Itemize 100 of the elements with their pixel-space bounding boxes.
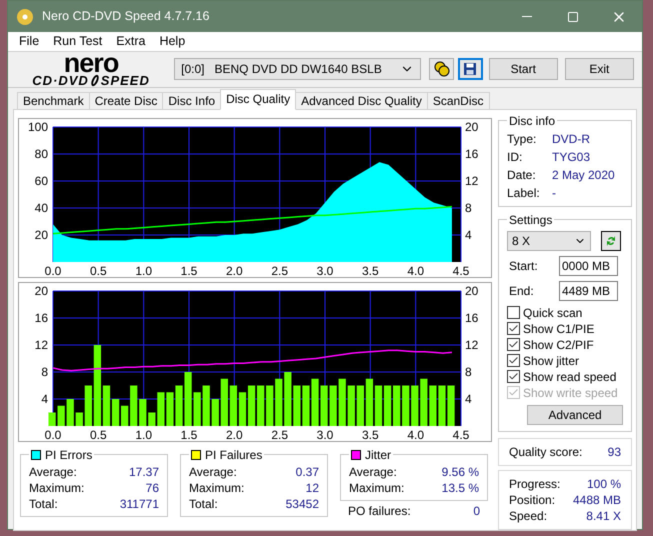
bar: [338, 378, 346, 426]
speed-select[interactable]: 8 X: [507, 230, 591, 251]
tab[interactable]: Disc Quality: [220, 88, 296, 110]
bar: [411, 385, 418, 426]
field-label: Total:: [29, 496, 58, 512]
field-value: TYG03: [552, 148, 590, 166]
field-label: Average:: [29, 464, 77, 480]
tick-label: 60: [34, 174, 48, 188]
bar: [148, 412, 156, 426]
field-label: Maximum:: [189, 480, 244, 496]
minimize-icon: [522, 16, 532, 17]
bar: [48, 412, 56, 426]
checkbox[interactable]: [507, 306, 520, 320]
maximize-icon: [567, 10, 579, 22]
tick-label: 2.0: [226, 428, 243, 441]
menu-item[interactable]: Extra: [109, 32, 152, 51]
checkbox[interactable]: [507, 354, 520, 368]
menu-item[interactable]: Help: [152, 32, 192, 51]
tick-label: 0.5: [90, 428, 107, 441]
exit-button[interactable]: Exit: [564, 58, 634, 80]
bar: [202, 385, 210, 426]
bar: [356, 385, 364, 426]
field-label: Maximum:: [349, 480, 404, 496]
input-field[interactable]: 4489 MB: [559, 280, 618, 301]
group-title: Settings: [509, 212, 552, 229]
field-value: 100 %: [586, 476, 621, 492]
group-title: PI Failures: [205, 446, 262, 464]
tick-label: 3.5: [362, 264, 379, 277]
checkbox-label: Show read speed: [523, 368, 616, 385]
save-button[interactable]: [458, 58, 483, 80]
field-label: Maximum:: [29, 480, 84, 496]
tick-label: 12: [465, 174, 478, 188]
tick-label: 16: [465, 146, 478, 161]
field-label: Average:: [189, 464, 237, 480]
bar: [58, 406, 65, 426]
eject-button[interactable]: [429, 58, 454, 80]
field-label: Position:: [509, 492, 556, 508]
bar: [66, 398, 74, 426]
tick-label: 20: [465, 120, 478, 134]
checkbox-label: Show jitter: [523, 352, 580, 369]
field-value: 17.37: [128, 464, 159, 480]
tick-label: 2.5: [271, 428, 288, 441]
bar: [257, 385, 264, 426]
bar: [275, 378, 282, 426]
field-label: Quality score:: [509, 444, 582, 460]
tab[interactable]: Advanced Disc Quality: [295, 92, 428, 110]
disc-icon: [16, 8, 34, 26]
field-label: Speed:: [509, 508, 548, 524]
menu-item[interactable]: Run Test: [46, 32, 110, 51]
start-button[interactable]: Start: [488, 58, 558, 80]
bar: [420, 378, 428, 426]
checkbox[interactable]: [507, 322, 520, 336]
bar: [212, 398, 219, 426]
field-value: 0: [473, 502, 480, 519]
checkbox[interactable]: [507, 338, 520, 352]
tick-label: 40: [34, 200, 48, 215]
bar: [393, 385, 400, 426]
tick-label: 4: [41, 392, 48, 406]
group-title: Jitter: [365, 446, 392, 464]
field-value: 311771: [120, 496, 159, 512]
tick-label: 4.0: [407, 428, 424, 441]
tab[interactable]: Benchmark: [17, 92, 90, 110]
tick-label: 100: [28, 120, 48, 134]
window-title: Nero CD-DVD Speed 4.7.7.16: [42, 8, 210, 26]
tick-label: 8: [41, 364, 48, 379]
field-value: 93: [608, 444, 621, 460]
field-label: Date:: [507, 166, 537, 184]
bar: [348, 385, 355, 426]
bar: [194, 392, 201, 426]
logo-text: CD·DVD: [32, 74, 89, 87]
tick-label: 20: [34, 284, 48, 298]
tick-label: 2.5: [271, 264, 288, 277]
field-value: 0.37: [296, 464, 319, 480]
field-label: Label:: [507, 184, 541, 202]
bar: [220, 378, 228, 426]
tick-label: 80: [34, 146, 48, 161]
checkbox[interactable]: [507, 370, 520, 384]
bar: [139, 398, 146, 426]
discs-icon: [434, 61, 450, 78]
refresh-button[interactable]: [601, 230, 621, 251]
tick-label: 16: [34, 310, 48, 325]
field-value: 4488 MB: [572, 492, 621, 508]
field-label: End:: [508, 282, 535, 300]
drive-select[interactable]: [0:0] BENQ DVD DD DW1640 BSLB: [174, 58, 422, 80]
advanced-button[interactable]: Advanced: [527, 404, 623, 425]
bar: [284, 372, 292, 426]
input-field[interactable]: 0000 MB: [559, 256, 618, 276]
tick-label: 0.0: [44, 264, 62, 277]
field-value: 9.56 %: [442, 464, 479, 480]
logo-text: SPEED: [100, 74, 150, 87]
field-value: 76: [146, 480, 159, 496]
field-label: ID:: [507, 148, 524, 166]
menu-item[interactable]: File: [12, 32, 46, 51]
bar: [130, 385, 138, 426]
tick-label: 1.0: [135, 428, 152, 441]
bar: [266, 385, 274, 426]
checkbox-label: Show write speed: [523, 384, 618, 401]
tick-label: 20: [465, 284, 478, 298]
tab[interactable]: ScanDisc: [426, 92, 490, 110]
bar: [402, 385, 410, 426]
